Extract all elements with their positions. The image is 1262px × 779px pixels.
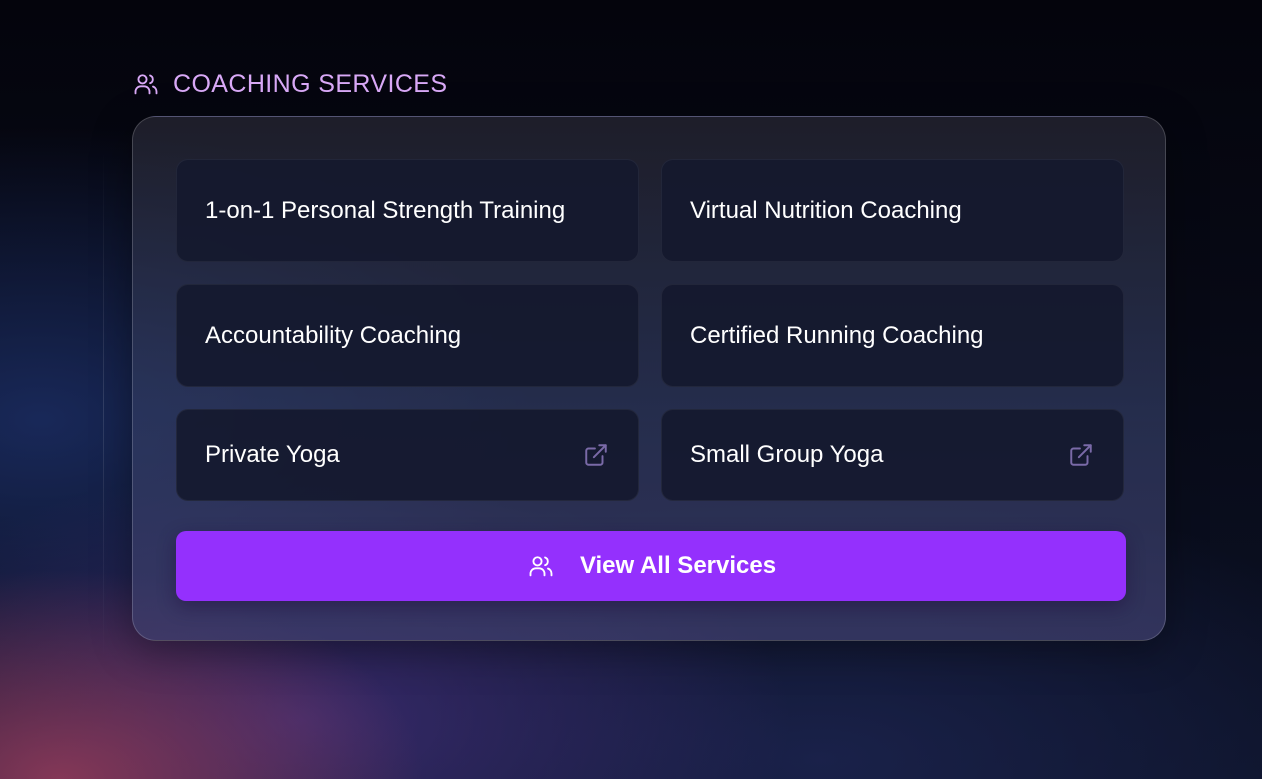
- section-title: COACHING SERVICES: [173, 69, 448, 98]
- service-label: Accountability Coaching: [205, 321, 462, 349]
- users-icon: [132, 70, 160, 98]
- service-label: 1-on-1 Personal Strength Training: [205, 196, 566, 224]
- external-link-icon: [582, 441, 610, 469]
- services-card: 1-on-1 Personal Strength Training Virtua…: [132, 116, 1166, 641]
- external-link-icon: [1067, 441, 1095, 469]
- service-tile-private-yoga[interactable]: Private Yoga: [176, 409, 639, 501]
- service-tile-certified-running-coaching[interactable]: Certified Running Coaching: [661, 284, 1124, 387]
- service-tile-virtual-nutrition-coaching[interactable]: Virtual Nutrition Coaching: [661, 159, 1124, 262]
- service-label: Small Group Yoga: [690, 441, 884, 468]
- service-tile-small-group-yoga[interactable]: Small Group Yoga: [661, 409, 1124, 501]
- services-grid: 1-on-1 Personal Strength Training Virtua…: [176, 159, 1126, 501]
- service-label: Virtual Nutrition Coaching: [690, 196, 962, 224]
- view-all-services-button[interactable]: View All Services: [176, 531, 1126, 601]
- service-label: Private Yoga: [205, 441, 340, 468]
- section-header: COACHING SERVICES: [132, 68, 447, 100]
- service-tile-accountability-coaching[interactable]: Accountability Coaching: [176, 284, 639, 387]
- users-icon: [526, 551, 556, 581]
- service-label: Certified Running Coaching: [690, 321, 984, 349]
- view-all-services-label: View All Services: [579, 552, 777, 579]
- service-tile-personal-strength-training[interactable]: 1-on-1 Personal Strength Training: [176, 159, 639, 262]
- decorative-divider: [103, 150, 104, 660]
